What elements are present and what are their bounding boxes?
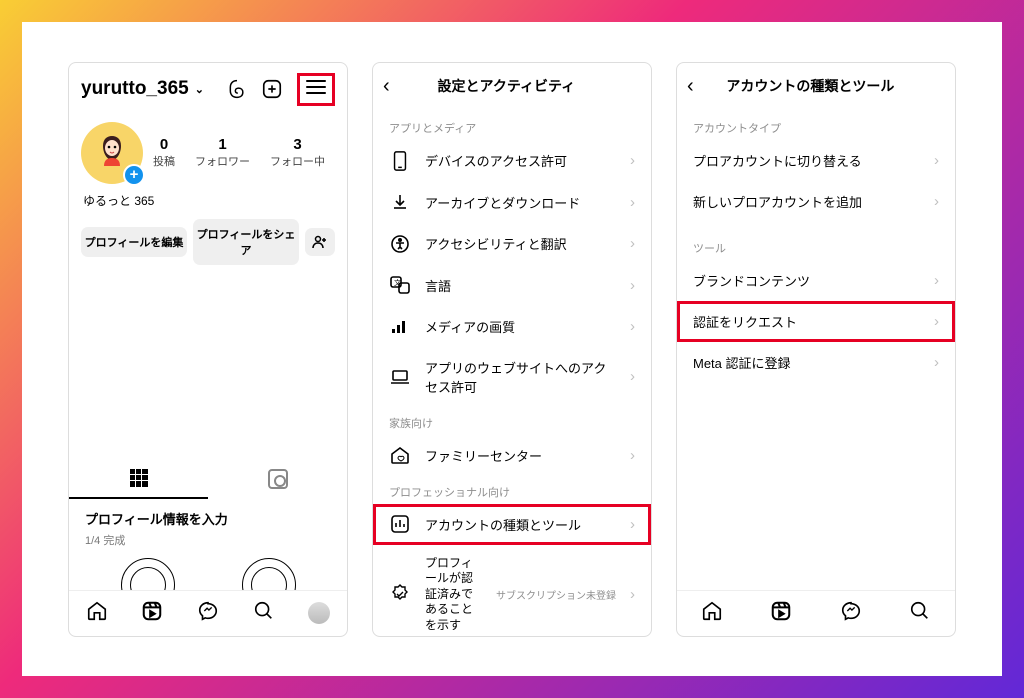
chevron-right-icon: › — [630, 447, 635, 464]
row-brand-content[interactable]: ブランドコンテンツ › — [677, 260, 955, 301]
bottom-nav — [69, 590, 347, 636]
chevron-right-icon: › — [934, 313, 939, 330]
account-tools-screen: ‹ アカウントの種類とツール アカウントタイプ プロアカウントに切り替える › … — [676, 62, 956, 637]
username: yurutto_365 — [81, 78, 189, 100]
chevron-right-icon: › — [934, 152, 939, 169]
tagged-icon — [268, 469, 288, 489]
svg-text:文: 文 — [394, 278, 401, 287]
nav-search-icon[interactable] — [253, 600, 275, 627]
nav-messenger-icon[interactable] — [197, 600, 219, 627]
suggestion-bubble[interactable] — [121, 558, 175, 590]
menu-button-highlight — [297, 73, 335, 106]
grid-icon — [130, 469, 148, 487]
row-archive-download[interactable]: アーカイブとダウンロード › — [373, 182, 651, 223]
chevron-right-icon: › — [630, 318, 635, 335]
page-title: 設定とアクティビティ — [372, 76, 641, 96]
section-professional: プロフェッショナル向け — [373, 476, 651, 504]
chevron-right-icon: › — [630, 235, 635, 252]
tab-tagged[interactable] — [208, 459, 347, 499]
accessibility-icon — [389, 234, 411, 254]
chevron-right-icon: › — [630, 152, 635, 169]
chart-icon — [389, 515, 411, 533]
complete-profile-prompt: プロフィール情報を入力 1/4 完成 — [69, 499, 347, 554]
nav-search-icon[interactable] — [909, 600, 931, 627]
section-app-media: アプリとメディア — [373, 112, 651, 140]
tab-grid[interactable] — [69, 459, 208, 499]
bottom-nav — [677, 590, 955, 636]
username-dropdown[interactable]: yurutto_365 ⌄ — [81, 78, 204, 100]
row-media-quality[interactable]: メディアの画質 › — [373, 306, 651, 347]
row-accessibility[interactable]: アクセシビリティと翻訳 › — [373, 223, 651, 265]
section-account-type: アカウントタイプ — [677, 112, 955, 140]
row-language[interactable]: 文 言語 › — [373, 265, 651, 306]
chevron-right-icon: › — [630, 194, 635, 211]
share-profile-button[interactable]: プロフィールをシェア — [193, 219, 299, 265]
language-icon: 文 — [389, 276, 411, 294]
signal-icon — [389, 318, 411, 334]
section-tools: ツール — [677, 232, 955, 260]
hamburger-menu-icon[interactable] — [306, 80, 326, 94]
nav-home-icon[interactable] — [86, 600, 108, 627]
discover-people-button[interactable] — [305, 228, 335, 256]
nav-reels-icon[interactable] — [141, 600, 163, 627]
page-title: アカウントの種類とツール — [676, 76, 945, 96]
row-device-permissions[interactable]: デバイスのアクセス許可 › — [373, 140, 651, 182]
chevron-right-icon: › — [934, 193, 939, 210]
row-request-verification[interactable]: 認証をリクエスト › — [677, 301, 955, 342]
row-switch-pro[interactable]: プロアカウントに切り替える › — [677, 140, 955, 181]
create-icon[interactable] — [261, 78, 283, 100]
row-meta-verified[interactable]: Meta 認証に登録 › — [677, 342, 955, 383]
chevron-right-icon: › — [630, 516, 635, 533]
suggestion-bubble[interactable] — [242, 558, 296, 590]
stat-followers[interactable]: 1 フォロワー — [195, 136, 250, 169]
add-story-badge[interactable]: + — [123, 164, 145, 186]
section-family: 家族向け — [373, 407, 651, 435]
chevron-right-icon: › — [934, 354, 939, 371]
nav-reels-icon[interactable] — [770, 600, 792, 627]
nav-home-icon[interactable] — [701, 600, 723, 627]
chevron-right-icon: › — [630, 277, 635, 294]
profile-screen: yurutto_365 ⌄ — [68, 62, 348, 637]
display-name: ゆるっと 365 — [69, 184, 347, 219]
stat-posts[interactable]: 0 投稿 — [153, 136, 175, 169]
chevron-right-icon: › — [934, 272, 939, 289]
threads-icon[interactable] — [227, 79, 247, 99]
stat-following[interactable]: 3 フォロー中 — [270, 136, 325, 169]
edit-profile-button[interactable]: プロフィールを編集 — [81, 227, 187, 257]
nav-messenger-icon[interactable] — [840, 600, 862, 627]
phone-icon — [389, 151, 411, 171]
row-account-type-tools[interactable]: アカウントの種類とツール › — [373, 504, 651, 545]
nav-profile-icon[interactable] — [308, 602, 330, 624]
avatar[interactable]: + — [81, 122, 143, 184]
laptop-icon — [389, 369, 411, 385]
download-icon — [389, 193, 411, 211]
chevron-right-icon: › — [630, 368, 635, 385]
chevron-down-icon: ⌄ — [195, 83, 204, 96]
chevron-right-icon: › — [630, 586, 635, 603]
row-website-permissions[interactable]: アプリのウェブサイトへのアクセス許可 › — [373, 347, 651, 407]
home-heart-icon — [389, 446, 411, 464]
row-add-pro-account[interactable]: 新しいプロアカウントを追加 › — [677, 181, 955, 222]
settings-screen: ‹ 設定とアクティビティ アプリとメディア デバイスのアクセス許可 › アーカイ… — [372, 62, 652, 637]
row-family-center[interactable]: ファミリーセンター › — [373, 435, 651, 476]
verified-icon — [389, 584, 411, 604]
row-verify-profile[interactable]: プロフィールが認証済みであることを示す サブスクリプション未登録 › — [373, 545, 651, 637]
